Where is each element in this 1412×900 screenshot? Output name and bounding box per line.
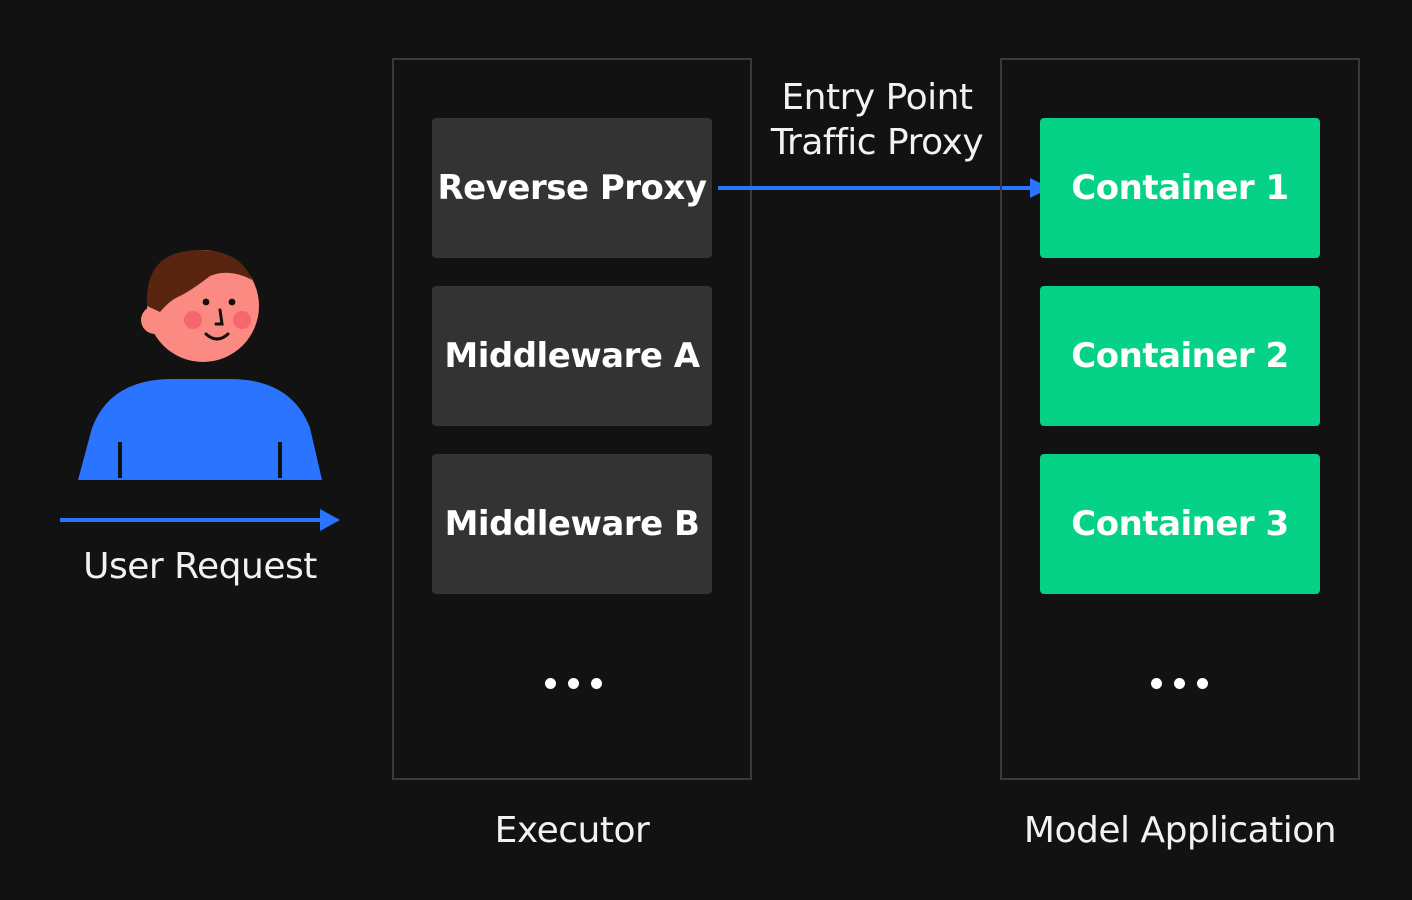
model-application-label: Model Application (1023, 810, 1337, 851)
container-2-box: Container 2 (1040, 286, 1320, 426)
container-3-box: Container 3 (1040, 454, 1320, 594)
model-ellipsis-icon (1151, 678, 1208, 689)
container-1-box: Container 1 (1040, 118, 1320, 258)
